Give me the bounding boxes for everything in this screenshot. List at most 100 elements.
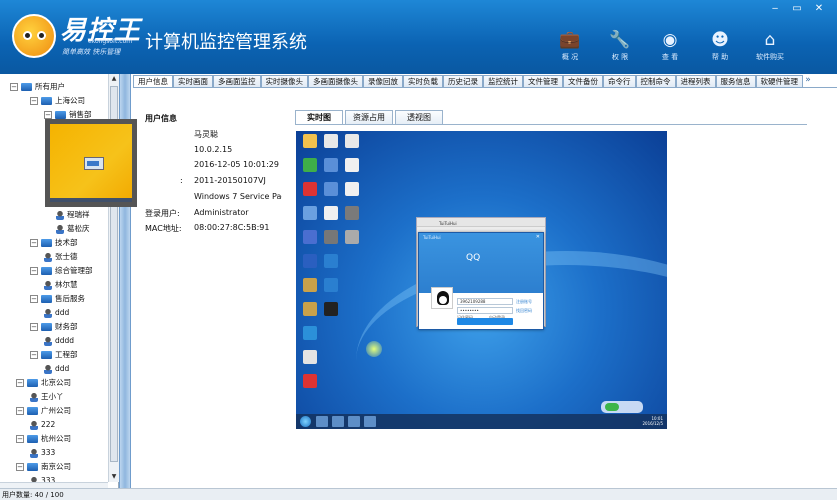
- group-monitor-icon: [41, 267, 52, 275]
- tree-label: dddd: [55, 336, 75, 345]
- tree-user[interactable]: 王小丫: [30, 390, 64, 403]
- desktop-shortcut-icon: [300, 302, 320, 316]
- scroll-down-icon[interactable]: ▼: [109, 472, 119, 482]
- tree-user[interactable]: 葛松庆: [56, 222, 90, 235]
- group-monitor-icon: [27, 379, 38, 387]
- info-value: 2016-12-05 10:01:29: [194, 160, 279, 169]
- desktop-shortcut-icon: [300, 326, 320, 340]
- maximize-button[interactable]: ▭: [787, 3, 807, 16]
- tree-label: 工程部: [55, 350, 78, 359]
- status-bar: 用户数量: 40 / 100: [0, 488, 837, 500]
- user-icon: [44, 280, 52, 290]
- info-value: 2011-20150107VJ: [194, 176, 266, 185]
- remote-taskbar: 10:01 2016/12/5: [296, 414, 667, 429]
- minimize-button[interactable]: ‒: [765, 3, 785, 16]
- desktop-shortcut-icon: [321, 230, 341, 244]
- home-icon: ⌂: [764, 30, 776, 50]
- tree-label: ddd: [55, 364, 70, 373]
- tree-group[interactable]: − 技术部: [30, 236, 78, 249]
- nav-overview[interactable]: 💼 概 况: [545, 30, 595, 62]
- scroll-up-icon[interactable]: ▲: [109, 74, 119, 84]
- close-button[interactable]: ✕: [809, 3, 829, 16]
- desktop-shortcut-icon: [321, 302, 341, 316]
- person-icon: ☻: [711, 30, 729, 50]
- tree-user[interactable]: ddd: [44, 306, 69, 319]
- user-icon: [44, 252, 52, 262]
- qq-account-field: 3962109288: [457, 298, 513, 305]
- tree-group[interactable]: − 北京公司: [16, 376, 71, 389]
- window-controls: ‒ ▭ ✕: [765, 3, 829, 16]
- subtab-realtime[interactable]: 实时图: [295, 110, 343, 125]
- group-monitor-icon: [41, 97, 52, 105]
- tree-group[interactable]: − 广州公司: [16, 404, 71, 417]
- user-info-title: 用户信息: [145, 114, 177, 123]
- tree-group[interactable]: − 杭州公司: [16, 432, 71, 445]
- group-monitor-icon: [27, 407, 38, 415]
- tree-user[interactable]: dddd: [44, 334, 74, 347]
- tree-label: 222: [41, 420, 56, 429]
- tree-expander-icon[interactable]: −: [30, 239, 38, 247]
- tree-label: 技术部: [55, 238, 78, 247]
- tree-expander-icon[interactable]: −: [16, 407, 24, 415]
- desktop-shortcut-icon: [342, 182, 362, 196]
- tree-group[interactable]: − 综合管理部: [30, 264, 93, 277]
- remote-desktop-screenshot[interactable]: TuiTuiHui TuiTuiHui ✕ QQ 3962109288 ••••…: [296, 131, 667, 429]
- nav-help[interactable]: ☻ 帮 助: [695, 30, 745, 62]
- screen-thumbnail-popup[interactable]: [45, 119, 137, 207]
- tree-user[interactable]: 张士德: [44, 250, 78, 263]
- brand-slogan: 简单高效 快乐管理: [62, 48, 121, 56]
- brand-site: ekongsoft.com: [88, 38, 133, 45]
- tree-label: 所有用户: [35, 82, 65, 91]
- info-value: 08:00:27:8C:5B:91: [194, 223, 270, 232]
- tree-expander-icon[interactable]: −: [16, 435, 24, 443]
- tree-expander-icon[interactable]: −: [30, 97, 38, 105]
- info-label: MAC地址:: [145, 224, 182, 233]
- tree-expander-icon[interactable]: −: [16, 463, 24, 471]
- tree-label: 广州公司: [41, 406, 71, 415]
- tree-group[interactable]: − 南京公司: [16, 460, 71, 473]
- tree-expander-icon[interactable]: −: [30, 323, 38, 331]
- tree-user[interactable]: 林尔慧: [44, 278, 78, 291]
- group-monitor-icon: [21, 83, 32, 91]
- nav-view[interactable]: ◉ 查 看: [645, 30, 695, 62]
- subtab-resource[interactable]: 资源占用: [345, 110, 393, 125]
- tree-expander-icon[interactable]: −: [10, 83, 18, 91]
- info-label: :: [180, 176, 183, 185]
- wrench-icon: 🔧: [609, 30, 631, 50]
- user-count: 用户数量: 40 / 100: [2, 491, 64, 499]
- nav-permissions[interactable]: 🔧 权 限: [595, 30, 645, 62]
- desktop-shortcut-icon: [342, 206, 362, 220]
- tree-expander-icon[interactable]: −: [30, 267, 38, 275]
- tree-group[interactable]: − 上海公司: [30, 94, 85, 107]
- app-window: 易控王 ekongsoft.com 简单高效 快乐管理 计算机监控管理系统 ‒ …: [0, 0, 837, 500]
- subtab-perspective[interactable]: 透视图: [395, 110, 443, 125]
- tree-expander-icon[interactable]: −: [44, 111, 52, 119]
- app-title: 计算机监控管理系统: [145, 32, 307, 53]
- desktop-shortcut-icon: [342, 134, 362, 148]
- tree-group[interactable]: − 工程部: [30, 348, 78, 361]
- tree-user[interactable]: 程瑞祥: [56, 208, 90, 221]
- eye-icon: ◉: [662, 30, 678, 50]
- tree-expander-icon[interactable]: −: [30, 351, 38, 359]
- user-icon: [30, 420, 38, 430]
- tree-user[interactable]: 222: [30, 418, 55, 431]
- info-value: Administrator: [194, 208, 249, 217]
- group-monitor-icon: [41, 295, 52, 303]
- tree-expander-icon[interactable]: −: [16, 379, 24, 387]
- tree-label: 333: [41, 448, 56, 457]
- tree-user[interactable]: ddd: [44, 362, 69, 375]
- tree-group[interactable]: − 所有用户: [10, 80, 65, 93]
- nav-purchase[interactable]: ⌂ 软件购买: [745, 30, 795, 62]
- tree-user[interactable]: 333: [30, 446, 55, 459]
- group-monitor-icon: [41, 351, 52, 359]
- info-label: 登录用户:: [145, 209, 180, 218]
- user-icon: [30, 448, 38, 458]
- tree-group[interactable]: − 售后服务: [30, 292, 85, 305]
- tree-group[interactable]: − 财务部: [30, 320, 78, 333]
- tree-label: 综合管理部: [55, 266, 93, 275]
- tree-label: 王小丫: [41, 392, 64, 401]
- group-monitor-icon: [27, 435, 38, 443]
- desktop-shortcut-icon: [342, 230, 362, 244]
- desktop-shortcut-icon: [300, 134, 320, 148]
- tree-expander-icon[interactable]: −: [30, 295, 38, 303]
